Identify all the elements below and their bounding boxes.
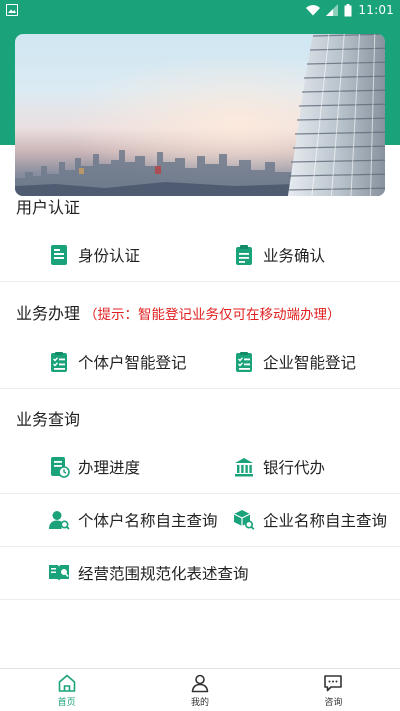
menu-item-progress[interactable]: 办理进度 bbox=[0, 441, 200, 493]
menu-item-label: 办理进度 bbox=[78, 459, 141, 477]
bank-icon bbox=[235, 458, 253, 477]
menu-item-business-scope-query[interactable]: 经营范围规范化表述查询 bbox=[0, 547, 400, 599]
menu-item-business-confirm[interactable]: 业务确认 bbox=[200, 229, 400, 281]
divider bbox=[0, 388, 400, 389]
progress-doc-icon bbox=[51, 457, 70, 478]
menu-item-enterprise-registration[interactable]: 企业智能登记 bbox=[200, 336, 400, 388]
divider bbox=[0, 599, 400, 600]
business-row: 个体户智能登记 企业智能登记 bbox=[0, 336, 400, 388]
tower-building-illustration bbox=[286, 34, 385, 196]
query-row-3: 经营范围规范化表述查询 bbox=[0, 547, 400, 599]
status-bar: 11:01 bbox=[0, 0, 400, 20]
menu-item-individual-name-query[interactable]: 个体户名称自主查询 bbox=[0, 494, 218, 546]
auth-row: 身份认证 业务确认 bbox=[0, 229, 400, 281]
wifi-icon bbox=[306, 4, 321, 16]
checklist-icon bbox=[51, 352, 67, 372]
menu-item-label: 经营范围规范化表述查询 bbox=[78, 565, 249, 583]
battery-icon bbox=[344, 3, 352, 16]
user-icon bbox=[191, 674, 209, 692]
nav-mine[interactable]: 我的 bbox=[133, 669, 266, 711]
business-hint: （提示：智能登记业务仅可在移动端办理） bbox=[84, 307, 341, 323]
bottom-nav: 首页 我的 咨询 bbox=[0, 668, 400, 711]
menu-item-label: 业务确认 bbox=[263, 247, 326, 265]
menu-item-label: 银行代办 bbox=[263, 459, 326, 477]
image-notification-icon bbox=[6, 4, 18, 16]
header-background bbox=[0, 20, 400, 196]
menu-item-label: 企业名称自主查询 bbox=[263, 512, 388, 530]
menu-item-bank-agency[interactable]: 银行代办 bbox=[200, 441, 400, 493]
section-title-business: 业务办理 （提示：智能登记业务仅可在移动端办理） bbox=[16, 304, 341, 323]
section-title-auth: 用户认证 bbox=[16, 198, 81, 217]
id-card-icon bbox=[51, 245, 67, 265]
status-time: 11:01 bbox=[358, 3, 394, 17]
clipboard-check-icon bbox=[236, 245, 252, 265]
home-icon bbox=[58, 674, 75, 692]
query-row-1: 办理进度 银行代办 bbox=[0, 441, 400, 493]
menu-item-label: 个体户智能登记 bbox=[78, 354, 187, 372]
nav-label: 咨询 bbox=[324, 697, 343, 708]
box-search-icon bbox=[233, 510, 255, 530]
menu-item-enterprise-name-query[interactable]: 企业名称自主查询 bbox=[200, 494, 400, 546]
banner-image[interactable] bbox=[15, 34, 385, 196]
chat-icon bbox=[324, 674, 343, 691]
menu-item-individual-registration[interactable]: 个体户智能登记 bbox=[0, 336, 200, 388]
menu-item-identity-auth[interactable]: 身份认证 bbox=[0, 229, 200, 281]
book-search-icon bbox=[49, 565, 69, 581]
menu-item-label: 企业智能登记 bbox=[263, 354, 357, 372]
nav-label: 我的 bbox=[190, 697, 209, 708]
menu-item-label: 身份认证 bbox=[78, 247, 141, 265]
menu-item-label: 个体户名称自主查询 bbox=[78, 512, 218, 530]
checklist-icon bbox=[236, 352, 252, 372]
section-title-query: 业务查询 bbox=[16, 410, 81, 429]
nav-label: 首页 bbox=[57, 697, 76, 708]
nav-consult[interactable]: 咨询 bbox=[267, 669, 400, 711]
divider bbox=[0, 281, 400, 282]
nav-home[interactable]: 首页 bbox=[0, 669, 133, 711]
signal-icon bbox=[326, 4, 339, 16]
query-row-2: 个体户名称自主查询 企业名称自主查询 bbox=[0, 494, 400, 546]
user-search-icon bbox=[49, 511, 70, 530]
